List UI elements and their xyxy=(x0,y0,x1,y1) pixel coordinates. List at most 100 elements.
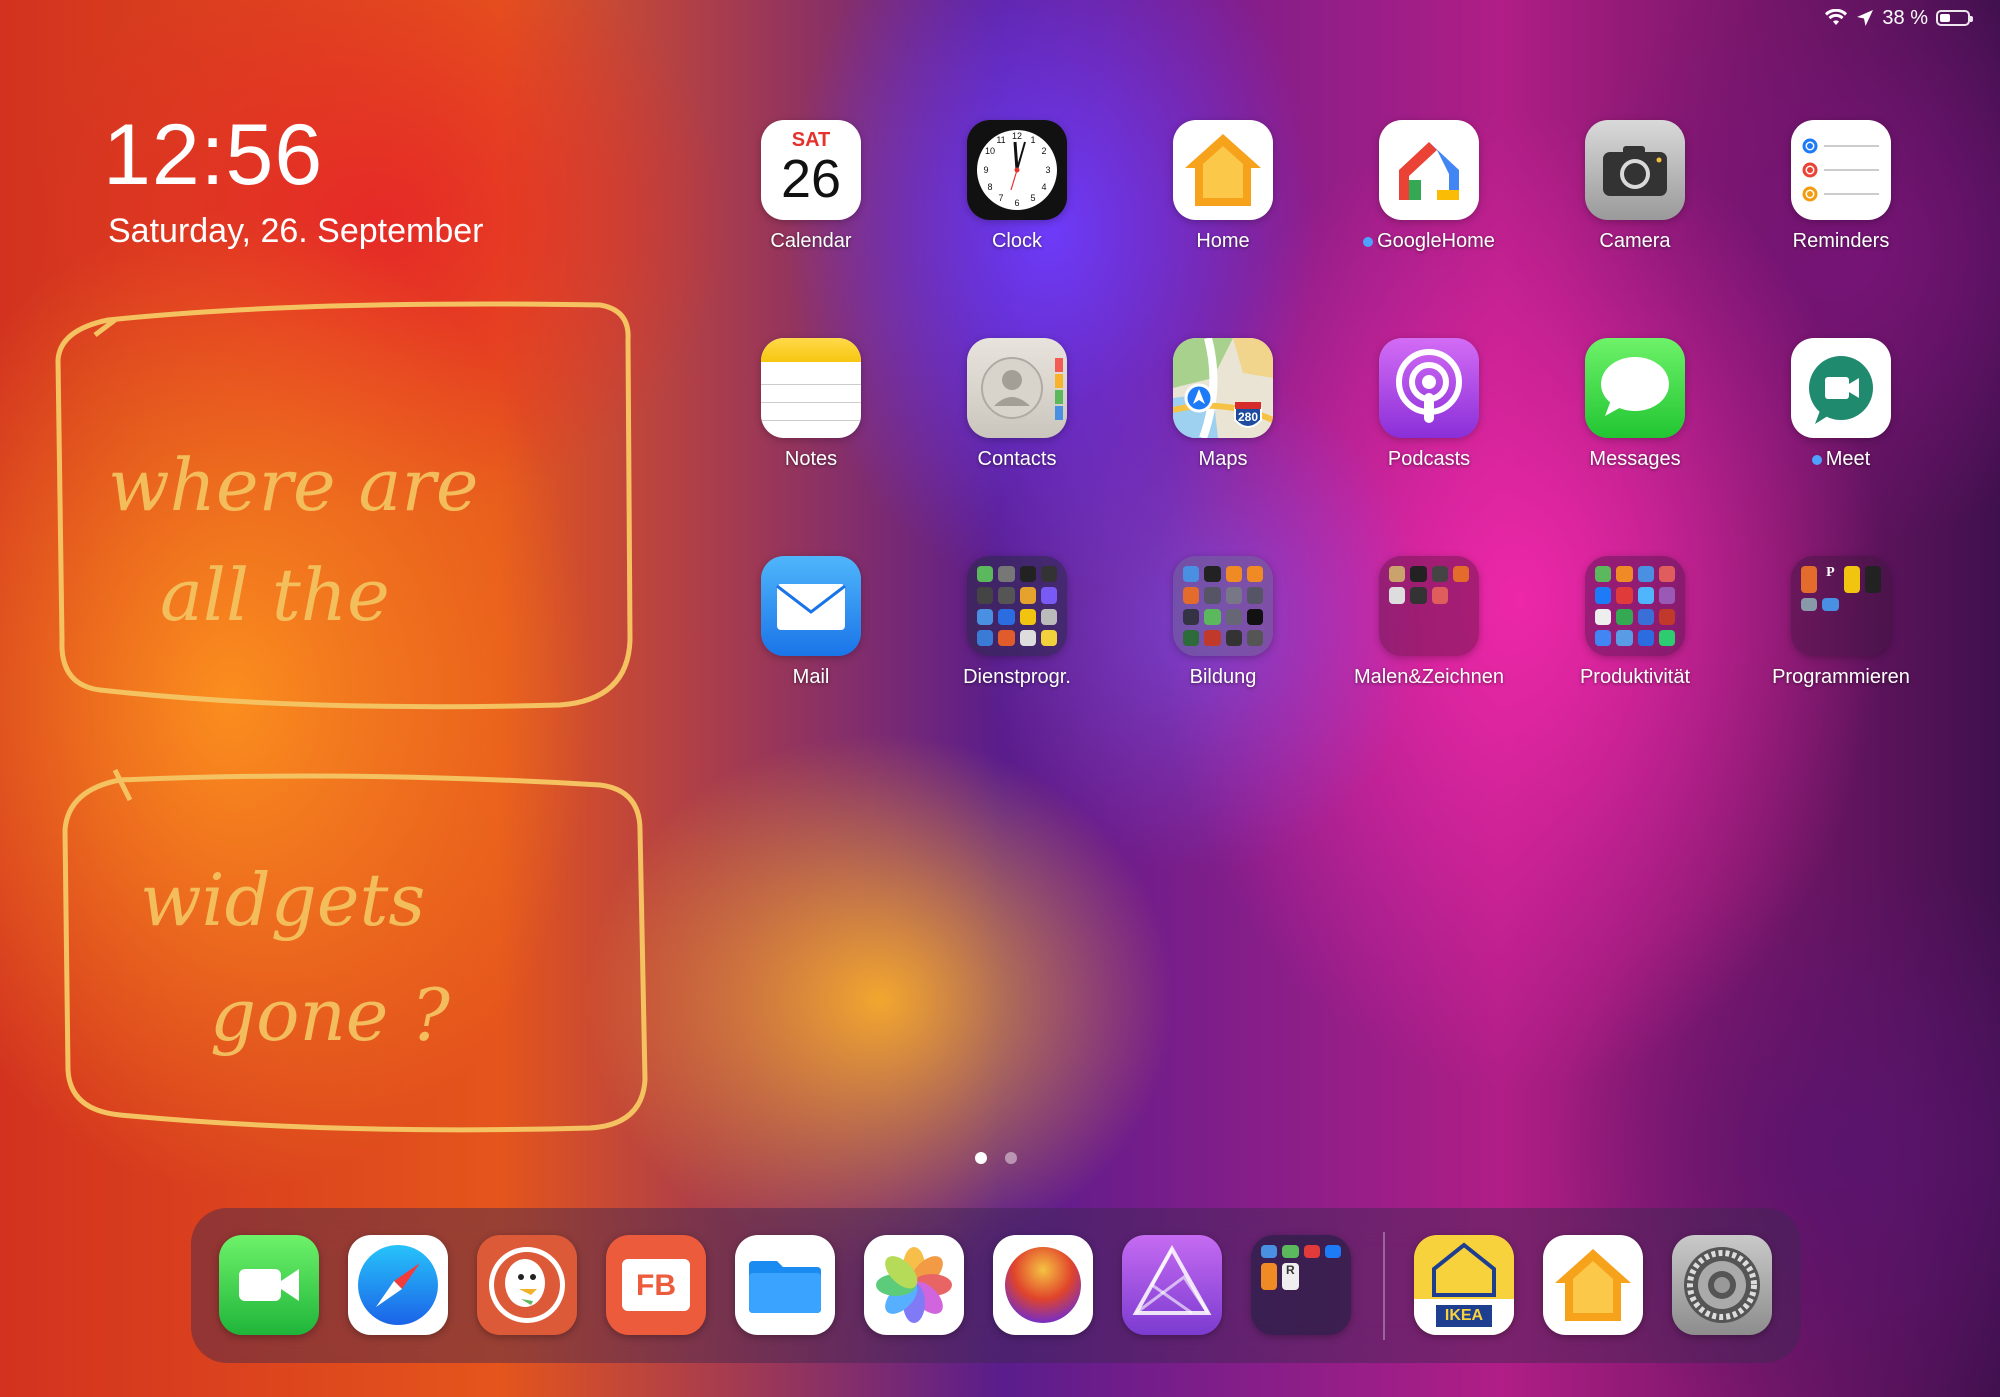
folder-icon: P xyxy=(1791,556,1891,656)
svg-text:8: 8 xyxy=(987,182,992,192)
app-podcasts[interactable]: Podcasts xyxy=(1329,338,1529,471)
svg-text:10: 10 xyxy=(985,146,995,156)
dock-affinity-photo[interactable] xyxy=(1122,1235,1222,1335)
app-reminders[interactable]: Reminders xyxy=(1741,120,1941,253)
maps-icon: 280 xyxy=(1173,338,1273,438)
app-label: Dienstprogr. xyxy=(963,666,1071,688)
color-sphere-icon xyxy=(1005,1247,1081,1323)
calendar-icon: SAT 26 xyxy=(761,120,861,220)
app-label: Maps xyxy=(1198,448,1248,470)
app-notes[interactable]: Notes xyxy=(711,338,911,471)
app-camera[interactable]: Camera xyxy=(1535,120,1735,253)
page-dot-active[interactable] xyxy=(975,1152,987,1164)
dock-folder[interactable]: R xyxy=(1251,1235,1351,1335)
svg-text:5: 5 xyxy=(1030,193,1035,203)
app-label: GoogleHome xyxy=(1377,230,1495,252)
note-line-4: gone ? xyxy=(210,973,450,1057)
ikea-logo-text: IKEA xyxy=(1444,1307,1484,1324)
app-label: Messages xyxy=(1589,448,1681,470)
svg-text:6: 6 xyxy=(1014,198,1019,208)
photos-flower-icon xyxy=(876,1247,952,1323)
new-app-dot xyxy=(1811,454,1822,465)
app-label: Podcasts xyxy=(1387,448,1471,470)
folder-dienstprogr[interactable]: Dienstprogr. xyxy=(917,556,1117,689)
location-arrow-icon xyxy=(1857,10,1874,26)
battery-fill xyxy=(1940,14,1950,22)
app-label: Malen&Zeichnen xyxy=(1353,666,1505,688)
home-app-icon xyxy=(1173,120,1273,220)
svg-text:1: 1 xyxy=(1030,135,1035,145)
status-bar: 38 % xyxy=(1824,6,1973,30)
dock: FB R IKEA xyxy=(191,1208,1801,1363)
app-home[interactable]: Home xyxy=(1123,120,1323,253)
contacts-icon xyxy=(967,338,1067,438)
filebrowser-label: FB xyxy=(636,1269,676,1302)
folder-icon xyxy=(1379,556,1479,656)
google-home-icon xyxy=(1379,120,1479,220)
dock-divider xyxy=(1383,1232,1385,1340)
app-label: Clock xyxy=(991,230,1042,252)
app-label: Calendar xyxy=(770,230,852,252)
svg-text:2: 2 xyxy=(1041,146,1046,156)
dock-home[interactable] xyxy=(1543,1235,1643,1335)
dock-ikea-home[interactable]: IKEA xyxy=(1414,1235,1514,1335)
dock-color-app[interactable] xyxy=(993,1235,1093,1335)
dock-duckduckgo[interactable] xyxy=(477,1235,577,1335)
folder-mini-letter: R xyxy=(1282,1262,1299,1290)
camera-icon xyxy=(1585,120,1685,220)
app-label: Mail xyxy=(792,666,830,688)
folder-icon xyxy=(967,556,1067,656)
note-line-3: widgets xyxy=(140,858,425,942)
app-label: Produktivität xyxy=(1579,666,1691,688)
app-label: Programmieren xyxy=(1772,666,1910,688)
folder-malen-zeichnen[interactable]: Malen&Zeichnen xyxy=(1329,556,1529,689)
app-label: Contacts xyxy=(977,448,1057,470)
app-label: Home xyxy=(1196,230,1250,252)
app-googlehome[interactable]: GoogleHome xyxy=(1329,120,1529,253)
svg-text:3: 3 xyxy=(1045,165,1050,175)
dock-settings[interactable] xyxy=(1672,1235,1772,1335)
app-mail[interactable]: Mail xyxy=(711,556,911,689)
app-label: Notes xyxy=(784,448,838,470)
app-clock[interactable]: 12 1 2 3 45 6 78 9 10 11 Clock xyxy=(917,120,1117,253)
mail-icon xyxy=(761,556,861,656)
dock-filebrowser[interactable]: FB xyxy=(606,1235,706,1335)
folder-icon xyxy=(1585,556,1685,656)
facetime-icon xyxy=(239,1269,299,1301)
folder-mini-letter: P xyxy=(1826,565,1835,580)
battery-icon xyxy=(1936,10,1973,26)
dock-facetime[interactable] xyxy=(219,1235,319,1335)
folder-bildung[interactable]: Bildung xyxy=(1123,556,1323,689)
settings-gear-icon xyxy=(1684,1247,1760,1323)
page-dot[interactable] xyxy=(1005,1152,1017,1164)
route-shield-number: 280 xyxy=(1238,410,1258,424)
folder-blue-icon xyxy=(749,1261,821,1313)
app-maps[interactable]: 280 Maps xyxy=(1123,338,1323,471)
app-label: Camera xyxy=(1599,230,1671,252)
app-label: Reminders xyxy=(1792,230,1890,252)
calendar-date: 26 xyxy=(780,149,842,209)
messages-icon xyxy=(1585,338,1685,438)
podcasts-icon xyxy=(1379,338,1479,438)
folder-produktivitaet[interactable]: Produktivität xyxy=(1535,556,1735,689)
app-calendar[interactable]: SAT 26 Calendar xyxy=(711,120,911,253)
app-label: Meet xyxy=(1825,448,1871,470)
dock-photos[interactable] xyxy=(864,1235,964,1335)
meet-icon xyxy=(1791,338,1891,438)
note-line-2: all the xyxy=(160,553,390,637)
svg-text:11: 11 xyxy=(996,135,1005,145)
app-label-wrap: GoogleHome xyxy=(1329,230,1529,253)
dock-safari[interactable] xyxy=(348,1235,448,1335)
folder-programmieren[interactable]: P Programmieren xyxy=(1741,556,1941,689)
dock-files[interactable] xyxy=(735,1235,835,1335)
svg-text:12: 12 xyxy=(1012,131,1022,141)
new-app-dot xyxy=(1363,236,1374,247)
handwritten-note: where are all the widgets gone ? xyxy=(55,301,648,1133)
app-contacts[interactable]: Contacts xyxy=(917,338,1117,471)
app-messages[interactable]: Messages xyxy=(1535,338,1735,471)
svg-text:7: 7 xyxy=(998,193,1003,203)
folder-icon xyxy=(1173,556,1273,656)
app-meet[interactable]: Meet xyxy=(1741,338,1941,471)
notes-icon xyxy=(761,338,861,438)
duckduckgo-icon xyxy=(489,1247,565,1323)
